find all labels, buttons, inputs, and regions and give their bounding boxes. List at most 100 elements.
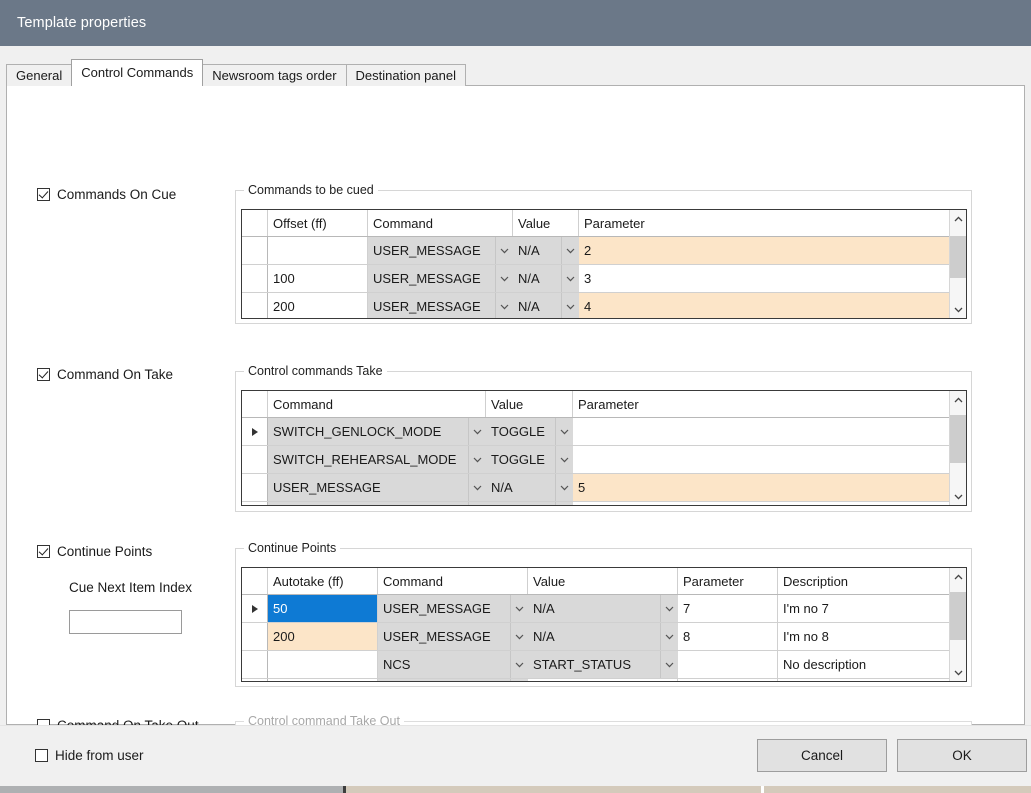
- col-header-parameter[interactable]: Parameter: [678, 568, 778, 594]
- cell-offset[interactable]: [268, 237, 368, 264]
- cell-autotake[interactable]: 50: [268, 595, 378, 622]
- cell-autotake[interactable]: [268, 651, 378, 678]
- cell-offset[interactable]: 200: [268, 293, 368, 319]
- cell-parameter[interactable]: 8: [678, 623, 778, 650]
- control-commands-take-grid[interactable]: Command Value Parameter SWITCH_GENLOCK_M…: [241, 390, 967, 506]
- chevron-down-icon[interactable]: [510, 623, 528, 650]
- cancel-button[interactable]: Cancel: [757, 739, 887, 772]
- cell-parameter[interactable]: 7: [678, 595, 778, 622]
- scroll-down-arrow-icon[interactable]: [950, 488, 966, 505]
- cell-parameter[interactable]: 3: [579, 265, 951, 292]
- cell-value-combo[interactable]: N/A: [486, 474, 573, 501]
- chevron-down-icon[interactable]: [510, 651, 528, 678]
- col-header-parameter[interactable]: Parameter: [579, 210, 951, 236]
- chevron-down-icon[interactable]: [510, 595, 528, 622]
- continue-points-grid[interactable]: Autotake (ff) Command Value Parameter De…: [241, 567, 967, 682]
- cell-offset[interactable]: 100: [268, 265, 368, 292]
- cell-command-combo[interactable]: USER_MESSAGE: [368, 237, 513, 264]
- scrollbar-thumb[interactable]: [950, 592, 966, 640]
- table-row[interactable]: [242, 679, 966, 682]
- tab-destination-panel[interactable]: Destination panel: [346, 64, 466, 86]
- col-header-command[interactable]: Command: [268, 391, 486, 417]
- table-row[interactable]: 100 USER_MESSAGE N/A 3: [242, 265, 966, 293]
- table-row[interactable]: 200 USER_MESSAGE N/A 4: [242, 293, 966, 319]
- cell-command-combo[interactable]: USER_MESSAGE: [378, 623, 528, 650]
- table-row[interactable]: SWITCH_REHEARSAL_MODE TOGGLE: [242, 446, 966, 474]
- cell-parameter[interactable]: [678, 651, 778, 678]
- chevron-down-icon[interactable]: [468, 418, 486, 445]
- grid-vertical-scrollbar[interactable]: [949, 391, 966, 505]
- chevron-down-icon[interactable]: [555, 446, 573, 473]
- tab-general[interactable]: General: [6, 64, 72, 86]
- chevron-down-icon[interactable]: [468, 502, 486, 506]
- col-header-offset[interactable]: Offset (ff): [268, 210, 368, 236]
- cell-value-combo[interactable]: N/A: [513, 237, 579, 264]
- table-row[interactable]: 50 USER_MESSAGE N/A 7 I'm no 7: [242, 595, 966, 623]
- cell-value-combo[interactable]: [486, 502, 573, 506]
- ok-button[interactable]: OK: [897, 739, 1027, 772]
- cell-command-combo[interactable]: USER_MESSAGE: [368, 265, 513, 292]
- col-header-parameter[interactable]: Parameter: [573, 391, 951, 417]
- cell-command-combo[interactable]: [378, 679, 528, 682]
- tab-newsroom-tags-order[interactable]: Newsroom tags order: [202, 64, 346, 86]
- chevron-down-icon[interactable]: [660, 651, 678, 678]
- chevron-down-icon[interactable]: [561, 293, 579, 319]
- commands-on-cue-checkbox[interactable]: Commands On Cue: [37, 187, 176, 202]
- col-header-value[interactable]: Value: [486, 391, 573, 417]
- scroll-up-arrow-icon[interactable]: [950, 568, 966, 585]
- col-header-value[interactable]: Value: [528, 568, 678, 594]
- cell-command-combo[interactable]: SWITCH_REHEARSAL_MODE: [268, 446, 486, 473]
- table-row[interactable]: [242, 502, 966, 506]
- cell-autotake[interactable]: [268, 679, 378, 682]
- cell-value-combo[interactable]: N/A: [513, 265, 579, 292]
- table-row[interactable]: 200 USER_MESSAGE N/A 8 I'm no 8: [242, 623, 966, 651]
- table-row[interactable]: NCS START_STATUS No description: [242, 651, 966, 679]
- chevron-down-icon[interactable]: [555, 418, 573, 445]
- cell-autotake[interactable]: 200: [268, 623, 378, 650]
- col-header-command[interactable]: Command: [368, 210, 513, 236]
- chevron-down-icon[interactable]: [468, 474, 486, 501]
- cell-command-combo[interactable]: NCS: [378, 651, 528, 678]
- cell-value-combo[interactable]: TOGGLE: [486, 446, 573, 473]
- table-row[interactable]: SWITCH_GENLOCK_MODE TOGGLE: [242, 418, 966, 446]
- table-row[interactable]: USER_MESSAGE N/A 2: [242, 237, 966, 265]
- chevron-down-icon[interactable]: [660, 623, 678, 650]
- scroll-down-arrow-icon[interactable]: [950, 664, 966, 681]
- col-header-value[interactable]: Value: [513, 210, 579, 236]
- col-header-description[interactable]: Description: [778, 568, 951, 594]
- chevron-down-icon[interactable]: [495, 293, 513, 319]
- cell-value-combo[interactable]: N/A: [513, 293, 579, 319]
- cell-parameter[interactable]: [678, 679, 778, 682]
- scroll-up-arrow-icon[interactable]: [950, 210, 966, 227]
- chevron-down-icon[interactable]: [555, 502, 573, 506]
- cell-command-combo[interactable]: SWITCH_GENLOCK_MODE: [268, 418, 486, 445]
- cell-command-combo[interactable]: USER_MESSAGE: [268, 474, 486, 501]
- cell-parameter[interactable]: 2: [579, 237, 951, 264]
- chevron-down-icon[interactable]: [468, 446, 486, 473]
- cell-parameter[interactable]: [573, 502, 951, 506]
- chevron-down-icon[interactable]: [660, 595, 678, 622]
- cell-description[interactable]: No description: [778, 651, 951, 678]
- tab-control-commands[interactable]: Control Commands: [71, 59, 203, 86]
- cell-value-combo[interactable]: TOGGLE: [486, 418, 573, 445]
- scroll-up-arrow-icon[interactable]: [950, 391, 966, 408]
- cell-command-combo[interactable]: USER_MESSAGE: [368, 293, 513, 319]
- command-on-take-checkbox[interactable]: Command On Take: [37, 367, 173, 382]
- cell-parameter[interactable]: [573, 446, 951, 473]
- cue-next-item-index-input[interactable]: [69, 610, 182, 634]
- cell-command-combo[interactable]: [268, 502, 486, 506]
- col-header-autotake[interactable]: Autotake (ff): [268, 568, 378, 594]
- cell-value-combo[interactable]: [528, 679, 678, 682]
- chevron-down-icon[interactable]: [495, 265, 513, 292]
- cell-value-combo[interactable]: N/A: [528, 595, 678, 622]
- table-row[interactable]: USER_MESSAGE N/A 5: [242, 474, 966, 502]
- chevron-down-icon[interactable]: [510, 679, 528, 682]
- cell-parameter[interactable]: [573, 418, 951, 445]
- chevron-down-icon[interactable]: [561, 237, 579, 264]
- scrollbar-thumb[interactable]: [950, 415, 966, 463]
- grid-vertical-scrollbar[interactable]: [949, 210, 966, 318]
- col-header-command[interactable]: Command: [378, 568, 528, 594]
- hide-from-user-checkbox[interactable]: Hide from user: [35, 748, 144, 763]
- cell-command-combo[interactable]: USER_MESSAGE: [378, 595, 528, 622]
- cell-parameter[interactable]: 5: [573, 474, 951, 501]
